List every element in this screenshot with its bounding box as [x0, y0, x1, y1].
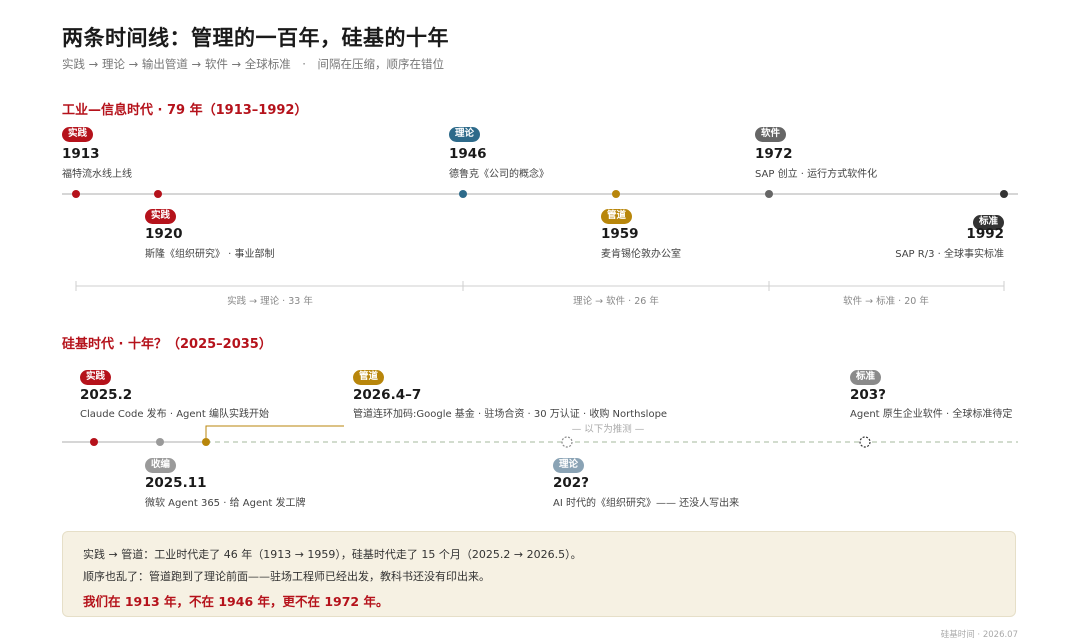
event-year: 1972 [755, 146, 793, 162]
dot-1972 [765, 190, 773, 198]
interval-label: 软件 → 标准 · 20 年 [843, 296, 929, 307]
badge-pipeline: 管道 [353, 370, 385, 385]
callout-conclusion: 我们在 1913 年，不在 1946 年，更不在 1972 年。 [83, 594, 389, 609]
badge-practice: 实践 [145, 209, 177, 224]
event-desc: 福特流水线上线 [62, 169, 132, 180]
dot-2025-11 [156, 438, 164, 446]
badge-software: 软件 [755, 127, 787, 142]
dot-1959 [612, 190, 620, 198]
event-year: 1992 [966, 226, 1004, 242]
event-year: 203? [850, 387, 887, 403]
badge-practice: 实践 [80, 370, 112, 385]
event-year: 1946 [449, 146, 487, 162]
interval-bracket [75, 281, 1005, 291]
event-year: 1913 [62, 146, 100, 162]
projected-standard-dot [859, 436, 871, 448]
event-year: 2025.2 [80, 387, 133, 403]
event-year: 1920 [145, 226, 183, 242]
badge-theory: 理论 [553, 458, 585, 473]
dot-2025-2 [90, 438, 98, 446]
event-year: 202? [553, 475, 590, 491]
event-year: 1959 [601, 226, 639, 242]
event-year: 2026.4–7 [353, 387, 422, 403]
badge-practice: 实践 [62, 127, 94, 142]
badge-pipeline: 管道 [601, 209, 633, 224]
footer-credit: 硅基时间 · 2026.07 [940, 630, 1018, 640]
projected-theory-dot [561, 436, 573, 448]
industrial-heading: 工业—信息时代 · 79 年（1913–1992） [62, 103, 308, 118]
pipeline-connector [205, 425, 344, 438]
event-desc: SAP 创立 · 运行方式软件化 [755, 169, 878, 180]
badge-standard: 标准 [850, 370, 882, 385]
event-desc: 微软 Agent 365 · 给 Agent 发工牌 [145, 498, 306, 509]
callout-line-1: 实践 → 管道：工业时代走了 46 年（1913 → 1959），硅基时代走了 … [83, 548, 582, 561]
dot-1946 [459, 190, 467, 198]
callout-line-2: 顺序也乱了：管道跑到了理论前面——驻场工程师已经出发，教科书还没有印出来。 [83, 570, 490, 583]
dot-1913 [72, 190, 80, 198]
event-desc: 麦肯锡伦敦办公室 [601, 249, 681, 260]
dot-1992 [1000, 190, 1008, 198]
interval-label: 实践 → 理论 · 33 年 [227, 296, 313, 307]
event-desc: SAP R/3 · 全球事实标准 [895, 249, 1004, 260]
event-desc: AI 时代的《组织研究》—— 还没人写出来 [553, 498, 740, 509]
event-desc: Agent 原生企业软件 · 全球标准待定 [850, 409, 1013, 420]
event-desc: 德鲁克《公司的概念》 [449, 169, 549, 180]
dot-2026-4 [202, 438, 210, 446]
event-year: 2025.11 [145, 475, 207, 491]
badge-theory: 理论 [449, 127, 481, 142]
event-desc: 管道连环加码:Google 基金 · 驻场合资 · 30 万认证 · 收购 No… [353, 409, 668, 420]
badge-wrap: 标准 [972, 209, 1004, 230]
summary-callout: 实践 → 管道：工业时代走了 46 年（1913 → 1959），硅基时代走了 … [62, 531, 1016, 617]
event-desc: 斯隆《组织研究》 · 事业部制 [145, 249, 275, 260]
interval-label: 理论 → 软件 · 26 年 [573, 296, 659, 307]
projection-label: — 以下为推测 — [571, 424, 645, 435]
event-desc: Claude Code 发布 · Agent 编队实践开始 [80, 409, 269, 420]
badge-converge: 收编 [145, 458, 177, 473]
silicon-heading: 硅基时代 · 十年？（2025–2035） [62, 337, 272, 352]
dot-1920 [154, 190, 162, 198]
